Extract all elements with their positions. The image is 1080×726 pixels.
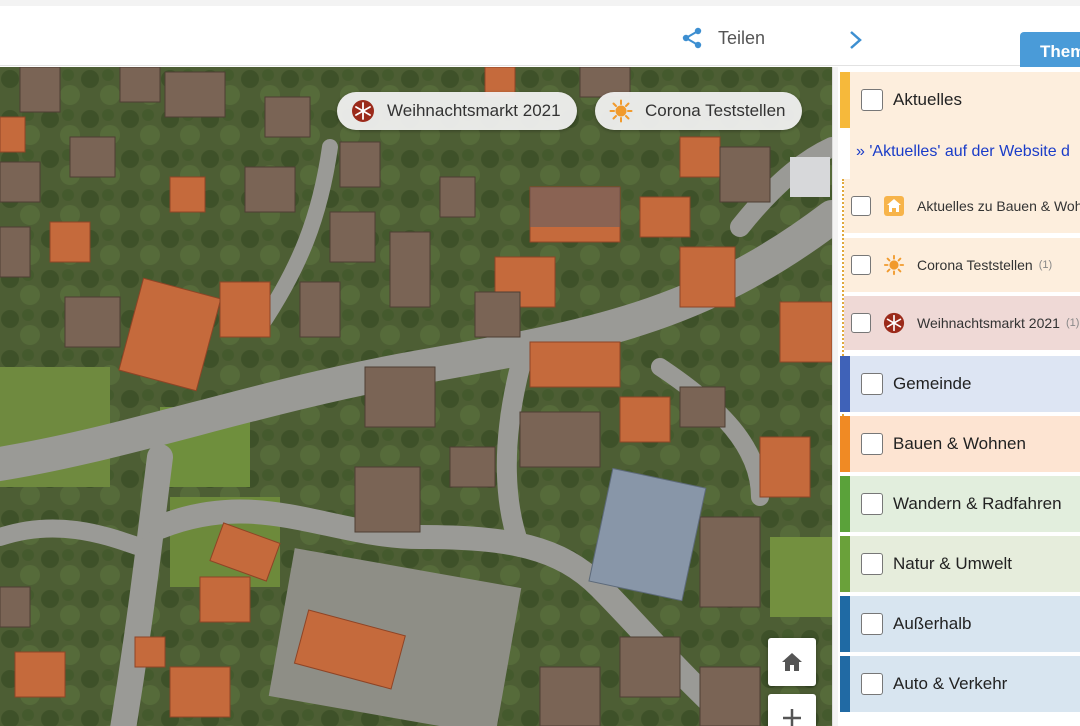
category-aktuelles[interactable]: Aktuelles bbox=[840, 72, 1080, 128]
category-label: Aktuelles bbox=[893, 90, 962, 109]
share-button[interactable]: Teilen bbox=[680, 26, 765, 50]
category-label: Bauen & Wohnen bbox=[893, 434, 1026, 453]
category-label: Natur & Umwelt bbox=[893, 554, 1013, 573]
checkbox[interactable] bbox=[861, 673, 883, 695]
checkbox[interactable] bbox=[851, 313, 871, 333]
plus-icon bbox=[783, 709, 801, 726]
snowflake-icon bbox=[352, 100, 374, 122]
snowflake-icon bbox=[883, 312, 905, 334]
checkbox[interactable] bbox=[861, 493, 883, 515]
share-icon bbox=[682, 27, 702, 49]
subitem-aktuelles-bauen-wohnen[interactable]: Aktuelles zu Bauen & Woh bbox=[844, 179, 1080, 233]
checkbox[interactable] bbox=[851, 196, 871, 216]
tab-themen[interactable]: Themen bbox=[1020, 32, 1080, 72]
chip-weihnachtsmarkt[interactable]: Weihnachtsmarkt 2021 bbox=[337, 92, 577, 130]
chevron-right-icon[interactable] bbox=[846, 28, 866, 52]
checkbox[interactable] bbox=[861, 373, 883, 395]
themen-panel: Aktuelles » 'Aktuelles' auf der Website … bbox=[838, 67, 1080, 726]
home-button[interactable] bbox=[768, 638, 816, 686]
checkbox[interactable] bbox=[861, 89, 883, 111]
checkbox[interactable] bbox=[861, 433, 883, 455]
checkbox[interactable] bbox=[861, 613, 883, 635]
chip-label: Corona Teststellen bbox=[645, 101, 786, 120]
subitem-count: (1) bbox=[1038, 259, 1053, 271]
share-label: Teilen bbox=[718, 27, 766, 48]
category-label: Wandern & Radfahren bbox=[893, 494, 1062, 513]
top-bar: Teilen Themen bbox=[0, 0, 1080, 72]
house-icon bbox=[884, 196, 904, 216]
subitem-count: (1) bbox=[1065, 317, 1080, 329]
category-label: Gemeinde bbox=[893, 374, 972, 393]
aerial-map-image bbox=[0, 67, 832, 726]
sun-virus-icon bbox=[883, 254, 905, 276]
checkbox[interactable] bbox=[851, 255, 871, 275]
zoom-in-button[interactable] bbox=[768, 694, 816, 726]
home-icon bbox=[782, 653, 802, 671]
map-view[interactable]: Weihnachtsmarkt 2021 Corona Teststellen bbox=[0, 67, 832, 726]
tab-themen-label: Themen bbox=[1040, 42, 1080, 61]
subitem-weihnachtsmarkt[interactable]: Weihnachtsmarkt 2021 (1) bbox=[844, 296, 1080, 350]
chip-label: Weihnachtsmarkt 2021 bbox=[387, 101, 561, 120]
category-auto-verkehr[interactable]: Auto & Verkehr bbox=[840, 656, 1080, 712]
aktuelles-website-link[interactable]: » 'Aktuelles' auf der Website d bbox=[856, 143, 1070, 161]
subitem-label: Weihnachtsmarkt 2021 bbox=[917, 315, 1060, 331]
category-wandern-radfahren[interactable]: Wandern & Radfahren bbox=[840, 476, 1080, 532]
category-label: Außerhalb bbox=[893, 614, 972, 633]
category-gemeinde[interactable]: Gemeinde bbox=[840, 356, 1080, 412]
category-natur-umwelt[interactable]: Natur & Umwelt bbox=[840, 536, 1080, 592]
sun-virus-icon bbox=[609, 99, 633, 123]
subitem-label: Corona Teststellen bbox=[917, 257, 1033, 273]
subitem-corona-teststellen[interactable]: Corona Teststellen (1) bbox=[844, 238, 1080, 292]
category-label: Auto & Verkehr bbox=[893, 674, 1008, 693]
checkbox[interactable] bbox=[861, 553, 883, 575]
category-ausserhalb[interactable]: Außerhalb bbox=[840, 596, 1080, 652]
subitem-label: Aktuelles zu Bauen & Woh bbox=[917, 198, 1080, 214]
chip-corona-teststellen[interactable]: Corona Teststellen bbox=[595, 92, 802, 130]
category-bauen-wohnen[interactable]: Bauen & Wohnen bbox=[840, 416, 1080, 472]
